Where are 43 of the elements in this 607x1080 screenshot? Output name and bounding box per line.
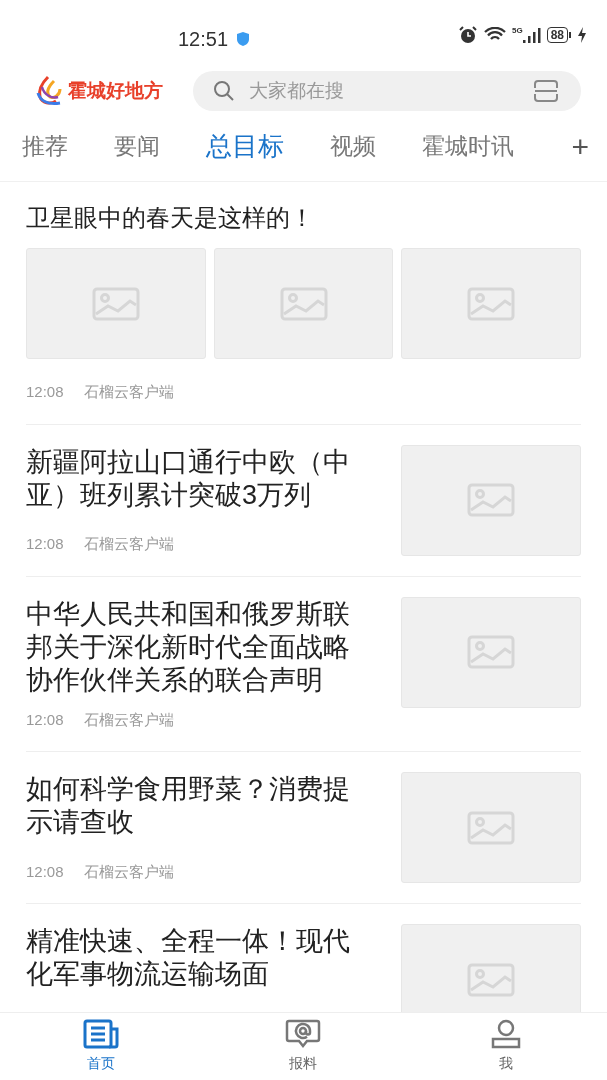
search-bar[interactable]: 大家都在搜 <box>193 71 581 111</box>
article-title[interactable]: 卫星眼中的春天是这样的！ <box>26 202 581 234</box>
category-tab[interactable]: 要闻 <box>114 129 160 164</box>
image-icon <box>467 635 515 669</box>
category-tab[interactable]: 推荐 <box>22 129 68 164</box>
image-icon <box>467 962 515 997</box>
charging-icon <box>577 27 587 43</box>
image-icon <box>91 286 140 321</box>
image-icon <box>467 810 515 845</box>
article-title[interactable]: 新疆阿拉山口通行中欧（中亚）班列累计突破3万列 <box>26 445 371 512</box>
category-tab[interactable]: 视频 <box>330 129 376 164</box>
article-title[interactable]: 精准快速、全程一体！现代化军事物流运输场面 <box>26 925 371 991</box>
article-time: 12:08 <box>26 534 64 554</box>
article-source: 石榴云客户端 <box>83 861 174 882</box>
signal-icon <box>522 27 541 43</box>
article-title[interactable]: 中华人民共和国和俄罗斯联邦关于深化新时代全面战略协作伙伴关系的联合声明 <box>26 597 371 697</box>
article-time: 12:08 <box>26 382 64 402</box>
image-icon <box>467 483 515 517</box>
image-icon <box>279 286 328 321</box>
article-source: 石榴云客户端 <box>83 534 174 554</box>
search-field[interactable]: 大家都在搜 <box>249 76 519 106</box>
alarm-icon <box>457 26 478 44</box>
message-at-icon <box>285 1019 322 1049</box>
nav-tab[interactable]: 报料 <box>202 1013 405 1080</box>
shield-icon <box>236 31 251 47</box>
image-icon <box>467 286 516 321</box>
article-time: 12:08 <box>26 861 64 882</box>
article-source: 石榴云客户端 <box>83 709 174 730</box>
category-tab[interactable]: 总目标 <box>206 127 284 166</box>
battery-level: 88 <box>546 27 568 43</box>
article-source: 石榴云客户端 <box>83 382 174 402</box>
nav-tab[interactable]: 我 <box>404 1013 607 1080</box>
status-time: 12:51 <box>178 27 229 52</box>
article-title[interactable]: 如何科学食用野菜？消费提示请查收 <box>26 773 371 839</box>
search-icon <box>213 80 235 102</box>
scan-icon[interactable] <box>533 79 559 103</box>
app-name: 霍城好地方 <box>68 78 163 103</box>
category-tab[interactable]: 霍城时讯 <box>422 129 514 164</box>
article-time: 12:08 <box>26 709 64 730</box>
network-type: 5G <box>511 27 523 35</box>
nav-tab[interactable]: 首页 <box>0 1013 203 1080</box>
newspaper-icon <box>83 1019 120 1049</box>
app-logo-icon <box>34 75 64 107</box>
